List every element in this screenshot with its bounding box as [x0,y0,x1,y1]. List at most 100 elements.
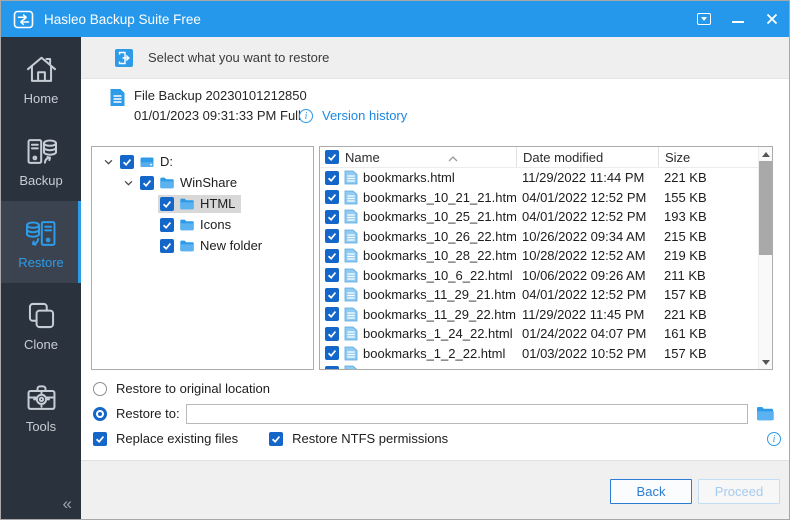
file-list-scrollbar[interactable] [758,147,772,369]
select-all-checkbox[interactable] [325,150,339,164]
sidebar-item-backup[interactable]: Backup [1,119,81,201]
file-icon [344,365,358,370]
scroll-up-icon[interactable] [759,147,772,161]
sidebar-collapse-button[interactable]: « [63,494,72,514]
file-date: 10/28/2022 12:52 AM [516,248,658,263]
file-row[interactable]: bookmarks_1_24_22.html01/24/2022 04:07 P… [320,324,772,344]
sidebar-item-restore[interactable]: Restore [1,201,81,283]
folder-icon [756,406,774,421]
file-row[interactable]: bookmarks_11_29_22.html11/29/2022 11:45 … [320,305,772,325]
tree-checkbox[interactable] [120,155,134,169]
row-checkbox[interactable] [325,327,339,341]
tree-item[interactable]: Icons [92,214,313,235]
restore-original-option[interactable]: Restore to original location [93,381,270,396]
column-header-size[interactable]: Size [658,147,758,167]
file-icon [344,209,358,224]
file-row[interactable] [320,363,772,370]
tree-item[interactable]: D: [92,151,313,172]
file-row[interactable]: bookmarks_10_6_22.html10/06/2022 09:26 A… [320,266,772,286]
minimize-icon [732,21,744,23]
row-checkbox[interactable] [325,366,339,370]
file-size: 155 KB [658,190,758,205]
original-location-label: Restore to original location [116,381,270,396]
backup-file-icon [109,88,126,107]
row-checkbox[interactable] [325,268,339,282]
file-name: bookmarks_10_28_22.html [363,248,516,263]
tree-checkbox[interactable] [160,239,174,253]
file-date: 04/01/2022 12:52 PM [516,190,658,205]
file-date: 10/26/2022 09:34 AM [516,229,658,244]
minimize-to-tray-button[interactable] [687,1,721,37]
tree-expander-icon[interactable] [98,159,118,165]
tree-item[interactable]: New folder [92,235,313,256]
close-button[interactable] [755,1,789,37]
version-history-link[interactable]: Version history [322,108,407,123]
tools-icon [23,379,60,416]
tree-item[interactable]: WinShare [92,172,313,193]
file-icon [344,346,358,361]
tree-expander-icon[interactable] [118,180,138,186]
tree-checkbox[interactable] [160,218,174,232]
row-checkbox[interactable] [325,307,339,321]
tree-item[interactable]: HTML [92,193,313,214]
window-title: Hasleo Backup Suite Free [44,12,201,27]
tree-checkbox[interactable] [140,176,154,190]
column-header-name[interactable]: Name [320,147,516,167]
column-header-date[interactable]: Date modified [516,147,658,167]
file-size: 157 KB [658,346,758,361]
folder-tree: D:WinShareHTML Icons New folder [91,146,314,370]
row-checkbox[interactable] [325,229,339,243]
options-info-icon[interactable] [767,432,781,446]
restore-flags: Replace existing files Restore NTFS perm… [93,431,448,446]
close-icon [766,13,778,25]
replace-files-option[interactable]: Replace existing files [93,431,238,446]
ntfs-label: Restore NTFS permissions [292,431,448,446]
back-button[interactable]: Back [610,479,692,504]
browse-folder-button[interactable] [755,403,775,423]
folder-icon [179,196,195,212]
row-checkbox[interactable] [325,171,339,185]
scroll-down-icon[interactable] [759,355,772,369]
backup-info-icon[interactable] [299,109,313,123]
file-row[interactable]: bookmarks.html11/29/2022 11:44 PM221 KB [320,168,772,188]
ntfs-option[interactable]: Restore NTFS permissions [269,431,448,446]
tree-checkbox[interactable] [160,197,174,211]
row-checkbox[interactable] [325,190,339,204]
row-checkbox[interactable] [325,346,339,360]
restore-to-option[interactable]: Restore to: [93,406,180,421]
row-checkbox[interactable] [325,288,339,302]
page-title: Select what you want to restore [148,50,329,65]
row-checkbox[interactable] [325,249,339,263]
file-size: 221 KB [658,307,758,322]
scrollbar-thumb[interactable] [759,161,772,255]
sidebar-item-home[interactable]: Home [1,37,81,119]
sidebar-item-label: Backup [19,173,62,188]
file-row[interactable]: bookmarks_10_21_21.html04/01/2022 12:52 … [320,188,772,208]
tray-arrow-icon [697,13,711,25]
file-row[interactable]: bookmarks_11_29_21.html04/01/2022 12:52 … [320,285,772,305]
file-date: 04/01/2022 12:52 PM [516,209,658,224]
file-row[interactable]: bookmarks_10_25_21.html04/01/2022 12:52 … [320,207,772,227]
tree-item-label: Icons [200,217,231,232]
file-list-body: bookmarks.html11/29/2022 11:44 PM221 KBb… [320,168,772,370]
sort-ascending-icon [448,150,458,165]
restore-to-radio[interactable] [93,407,107,421]
file-row[interactable]: bookmarks_10_26_22.html10/26/2022 09:34 … [320,227,772,247]
restore-path-input[interactable] [186,404,748,424]
backup-timestamp: 01/01/2023 09:31:33 PM Full [134,108,301,123]
backup-name: File Backup 20230101212850 [134,88,307,103]
proceed-button[interactable]: Proceed [698,479,780,504]
file-size: 161 KB [658,326,758,341]
ntfs-checkbox[interactable] [269,432,283,446]
file-name: bookmarks_10_26_22.html [363,229,516,244]
replace-files-checkbox[interactable] [93,432,107,446]
file-row[interactable]: bookmarks_10_28_22.html10/28/2022 12:52 … [320,246,772,266]
file-date: 11/29/2022 11:45 PM [516,307,658,322]
file-row[interactable]: bookmarks_1_2_22.html01/03/2022 10:52 PM… [320,344,772,364]
minimize-button[interactable] [721,1,755,37]
clone-icon [23,297,60,334]
sidebar-item-tools[interactable]: Tools [1,365,81,447]
original-location-radio[interactable] [93,382,107,396]
row-checkbox[interactable] [325,210,339,224]
sidebar-item-clone[interactable]: Clone [1,283,81,365]
